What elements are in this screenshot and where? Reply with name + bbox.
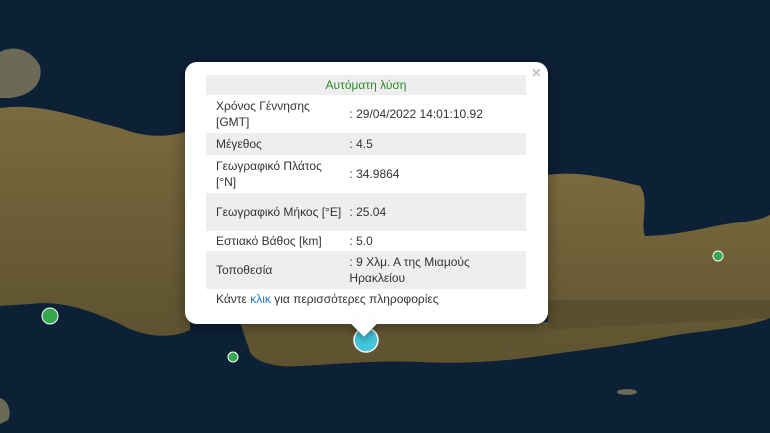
earthquake-marker[interactable]: [712, 250, 724, 262]
origin-time-label: Χρόνος Γέννησης [GMT]: [216, 99, 310, 129]
table-row: Γεωγραφικό Μήκος [°E] : 25.04: [206, 193, 526, 231]
latitude-value: : 34.9864: [349, 167, 400, 181]
location-value: : 9 Χλμ. Α της Μιαμούς Ηρακλείου: [349, 255, 470, 285]
table-row: Γεωγραφικό Πλάτος [°N] : 34.9864: [206, 155, 526, 193]
magnitude-value: : 4.5: [349, 137, 373, 151]
depth-value: : 5.0: [349, 234, 373, 248]
close-icon[interactable]: ×: [532, 66, 541, 82]
earthquake-info-table: Αυτόματη λύση Χρόνος Γέννησης [GMT] : 29…: [206, 75, 526, 289]
more-info-line: Κάντε κλικ για περισσότερες πληροφορίες: [216, 292, 439, 306]
longitude-label: Γεωγραφικό Μήκος [°E]: [216, 205, 342, 219]
more-info-suffix: για περισσότερες πληροφορίες: [270, 292, 439, 306]
more-info-link[interactable]: κλικ: [250, 292, 271, 306]
table-row: Μέγεθος : 4.5: [206, 133, 526, 155]
table-row: Εστιακό Βάθος [km] : 5.0: [206, 231, 526, 251]
latitude-label: Γεωγραφικό Πλάτος [°N]: [216, 159, 322, 189]
earthquake-marker[interactable]: [41, 307, 59, 325]
table-row: Χρόνος Γέννησης [GMT] : 29/04/2022 14:01…: [206, 95, 526, 133]
origin-time-value: : 29/04/2022 14:01:10.92: [349, 107, 483, 121]
table-row: Τοποθεσία : 9 Χλμ. Α της Μιαμούς Ηρακλεί…: [206, 251, 526, 289]
depth-label: Εστιακό Βάθος [km]: [216, 234, 322, 248]
magnitude-label: Μέγεθος: [216, 137, 262, 151]
longitude-value: : 25.04: [349, 205, 387, 219]
earthquake-popup: × Αυτόματη λύση Χρόνος Γέννησης [GMT] : …: [185, 62, 548, 337]
location-label: Τοποθεσία: [216, 263, 273, 277]
more-info-prefix: Κάντε: [216, 292, 251, 306]
table-row: Αυτόματη λύση: [206, 75, 526, 95]
earthquake-marker[interactable]: [227, 351, 239, 363]
popup-title: Αυτόματη λύση: [325, 78, 407, 92]
